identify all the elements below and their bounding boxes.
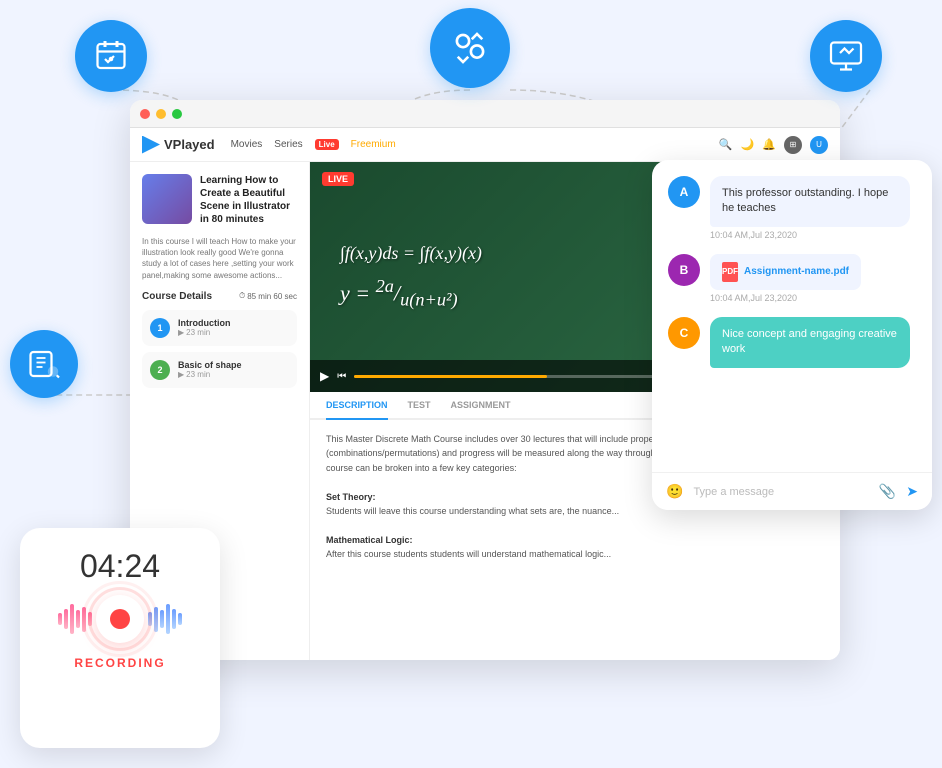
transfer-icon [430, 8, 510, 88]
wave-bar-r6 [178, 613, 182, 625]
chat-bubble-3: Nice concept and engaging creative work [710, 317, 910, 368]
course-details-header: Course Details ⏱ 85 min 60 sec [142, 291, 297, 302]
wave-bar-2 [64, 609, 68, 629]
chat-message-2: B PDF Assignment-name.pdf 10:04 AM,Jul 2… [668, 254, 916, 303]
chat-time-2: 10:04 AM,Jul 23,2020 [710, 293, 861, 303]
bell-icon[interactable]: 🔔 [762, 138, 776, 151]
user-avatar[interactable]: U [810, 136, 828, 154]
chat-messages: A This professor outstanding. I hope he … [652, 160, 932, 472]
close-dot[interactable] [140, 109, 150, 119]
nav-icons: 🔍 🌙 🔔 ⊞ U [719, 136, 828, 154]
minimize-dot[interactable] [156, 109, 166, 119]
browser-chrome [130, 100, 840, 128]
recording-widget: 04:24 RECORDING [20, 528, 220, 748]
lesson-item-2[interactable]: 2 Basic of shape ▶ 23 min [142, 352, 297, 388]
theme-icon[interactable]: 🌙 [741, 138, 755, 151]
chat-avatar-3: C [668, 317, 700, 349]
wave-bar-4 [76, 610, 80, 628]
chat-text-3: Nice concept and engaging creative work [722, 327, 898, 358]
chat-time-1: 10:04 AM,Jul 23,2020 [710, 230, 910, 240]
lesson-info-2: Basic of shape ▶ 23 min [178, 360, 289, 379]
attachment-icon[interactable]: 📎 [879, 483, 896, 500]
pdf-icon: PDF [722, 262, 738, 282]
tab-test[interactable]: TEST [408, 392, 431, 420]
chat-panel: A This professor outstanding. I hope he … [652, 160, 932, 510]
rec-btn-spacer [94, 595, 146, 643]
lesson-number-2: 2 [150, 360, 170, 380]
chat-message-1: A This professor outstanding. I hope he … [668, 176, 916, 240]
courses-svg [26, 346, 62, 382]
wave-bar-3 [70, 604, 74, 634]
math-logic-text: After this course students students will… [326, 547, 824, 561]
math-logic-label: Mathematical Logic: [326, 533, 824, 547]
search-icon[interactable]: 🔍 [719, 138, 733, 151]
chat-avatar-1: A [668, 176, 700, 208]
wave-bar-1 [58, 613, 62, 625]
nav-freemium[interactable]: Freemium [351, 139, 396, 150]
file-name: Assignment-name.pdf [744, 266, 849, 277]
lesson-name-2: Basic of shape [178, 360, 289, 370]
send-button[interactable]: ➤ [906, 483, 918, 500]
chat-msg-content-2: PDF Assignment-name.pdf 10:04 AM,Jul 23,… [710, 254, 861, 303]
chat-avatar-2: B [668, 254, 700, 286]
wave-bar-r5 [172, 609, 176, 629]
progress-fill [354, 375, 546, 378]
maximize-dot[interactable] [172, 109, 182, 119]
wave-bar-r4 [166, 604, 170, 634]
lesson-duration-1: ▶ 23 min [178, 328, 289, 337]
monitor-icon [810, 20, 882, 92]
calendar-svg [93, 38, 129, 74]
nav-live[interactable]: Live [315, 139, 339, 150]
recording-button[interactable] [96, 595, 144, 643]
tab-description[interactable]: DESCRIPTION [326, 392, 388, 420]
lesson-number-1: 1 [150, 318, 170, 338]
skip-back-button[interactable]: ⏮ [337, 371, 346, 382]
course-description: In this course I will teach How to make … [142, 236, 297, 281]
emoji-icon[interactable]: 🙂 [666, 483, 683, 500]
live-badge-video: LIVE [322, 172, 354, 186]
nav-bar: VPlayed Movies Series Live Freemium 🔍 🌙 … [130, 128, 840, 162]
rec-dot [110, 609, 130, 629]
logo-text: VPlayed [164, 137, 215, 152]
live-badge: Live [315, 139, 339, 150]
calendar-icon [75, 20, 147, 92]
recording-timer: 04:24 [80, 548, 160, 585]
course-header: Learning How to Create a Beautiful Scene… [142, 174, 297, 226]
chat-bubble-1: This professor outstanding. I hope he te… [710, 176, 910, 227]
lesson-item-1[interactable]: 1 Introduction ▶ 23 min [142, 310, 297, 346]
clock-icon: ⏱ [239, 291, 245, 301]
grid-icon[interactable]: ⊞ [784, 136, 802, 154]
math-equations: ∫f(x,y)ds = ∫f(x,y)(x) y = 2a/u(n+u²) y²… [340, 237, 482, 316]
course-duration: ⏱ 85 min 60 sec [239, 291, 297, 301]
recording-label: RECORDING [74, 656, 165, 670]
nav-movies[interactable]: Movies [231, 139, 263, 150]
course-thumbnail [142, 174, 192, 224]
math-line-1: ∫f(x,y)ds = ∫f(x,y)(x) [340, 237, 482, 269]
tab-assignment[interactable]: ASSIGNMENT [451, 392, 511, 420]
recording-waveform [40, 595, 200, 643]
monitor-svg [828, 38, 864, 74]
course-title: Learning How to Create a Beautiful Scene… [200, 174, 297, 226]
play-icon-2: ▶ [178, 370, 184, 379]
play-icon: ▶ [178, 328, 184, 337]
transfer-svg [449, 27, 491, 69]
chat-input[interactable] [693, 486, 868, 498]
courses-icon [10, 330, 78, 398]
wave-bar-r3 [160, 610, 164, 628]
course-details-title: Course Details [142, 291, 212, 302]
lesson-info-1: Introduction ▶ 23 min [178, 318, 289, 337]
nav-links: Movies Series Live Freemium [231, 139, 396, 150]
nav-logo: VPlayed [142, 136, 215, 154]
lesson-name-1: Introduction [178, 318, 289, 328]
nav-series[interactable]: Series [274, 139, 302, 150]
math-line-2: y = 2a/u(n+u²) [340, 270, 482, 317]
chat-msg-content-1: This professor outstanding. I hope he te… [710, 176, 910, 240]
play-button[interactable]: ▶ [320, 369, 329, 383]
logo-icon [142, 136, 160, 154]
lesson-duration-2: ▶ 23 min [178, 370, 289, 379]
chat-text-1: This professor outstanding. I hope he te… [722, 186, 898, 217]
chat-message-3: C Nice concept and engaging creative wor… [668, 317, 916, 368]
file-attachment[interactable]: PDF Assignment-name.pdf [710, 254, 861, 290]
chat-input-area: 🙂 📎 ➤ [652, 472, 932, 510]
